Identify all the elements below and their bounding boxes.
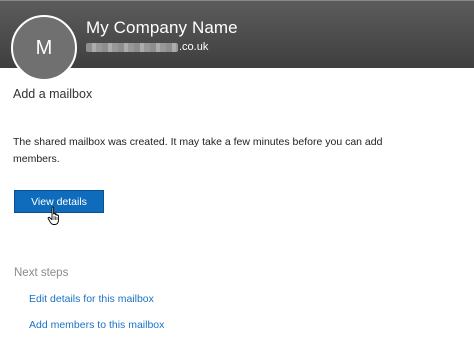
domain-suffix: .co.uk — [179, 41, 209, 53]
confirmation-message: The shared mailbox was created. It may t… — [13, 136, 383, 165]
avatar: M — [11, 15, 77, 81]
add-members-link[interactable]: Add members to this mailbox — [29, 319, 164, 331]
domain-row: .co.uk — [86, 40, 208, 54]
header-top-border — [0, 0, 474, 1]
page-title: Add a mailbox — [13, 87, 93, 101]
edit-mailbox-details-link[interactable]: Edit details for this mailbox — [29, 293, 154, 305]
redacted-domain — [86, 42, 178, 52]
company-name: My Company Name — [86, 18, 238, 37]
hand-pointer-icon — [47, 206, 59, 225]
next-steps-heading: Next steps — [14, 267, 69, 279]
header-bar: M My Company Name .co.uk — [0, 0, 474, 81]
